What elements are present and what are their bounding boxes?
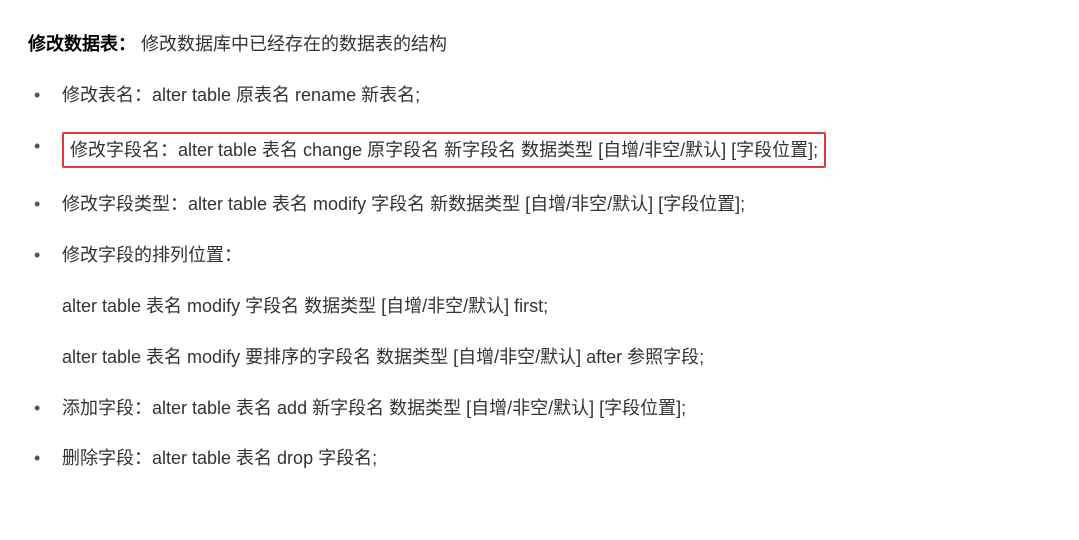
- bullet-list: 修改表名：alter table 原表名 rename 新表名; 修改字段名：a…: [28, 81, 1051, 473]
- list-text: 删除字段：alter table 表名 drop 字段名;: [62, 448, 377, 468]
- list-text: 修改表名：alter table 原表名 rename 新表名;: [62, 85, 420, 105]
- list-item: 添加字段：alter table 表名 add 新字段名 数据类型 [自增/非空…: [34, 394, 1051, 423]
- list-text: 修改字段的排列位置：: [62, 245, 242, 265]
- list-item: 修改字段类型：alter table 表名 modify 字段名 新数据类型 […: [34, 190, 1051, 219]
- list-text: 修改字段类型：alter table 表名 modify 字段名 新数据类型 […: [62, 194, 745, 214]
- list-subline: alter table 表名 modify 字段名 数据类型 [自增/非空/默认…: [62, 292, 1051, 321]
- list-subline: alter table 表名 modify 要排序的字段名 数据类型 [自增/非…: [62, 343, 1051, 372]
- section-description: 修改数据库中已经存在的数据表的结构: [141, 34, 447, 54]
- highlighted-text: 修改字段名：alter table 表名 change 原字段名 新字段名 数据…: [62, 132, 826, 169]
- list-item: 修改字段名：alter table 表名 change 原字段名 新字段名 数据…: [34, 132, 1051, 169]
- list-item: 删除字段：alter table 表名 drop 字段名;: [34, 444, 1051, 473]
- heading-line: 修改数据表： 修改数据库中已经存在的数据表的结构: [28, 30, 1051, 59]
- section-title: 修改数据表：: [28, 34, 136, 54]
- list-item: 修改表名：alter table 原表名 rename 新表名;: [34, 81, 1051, 110]
- list-item: 修改字段的排列位置： alter table 表名 modify 字段名 数据类…: [34, 241, 1051, 371]
- list-text: 添加字段：alter table 表名 add 新字段名 数据类型 [自增/非空…: [62, 398, 686, 418]
